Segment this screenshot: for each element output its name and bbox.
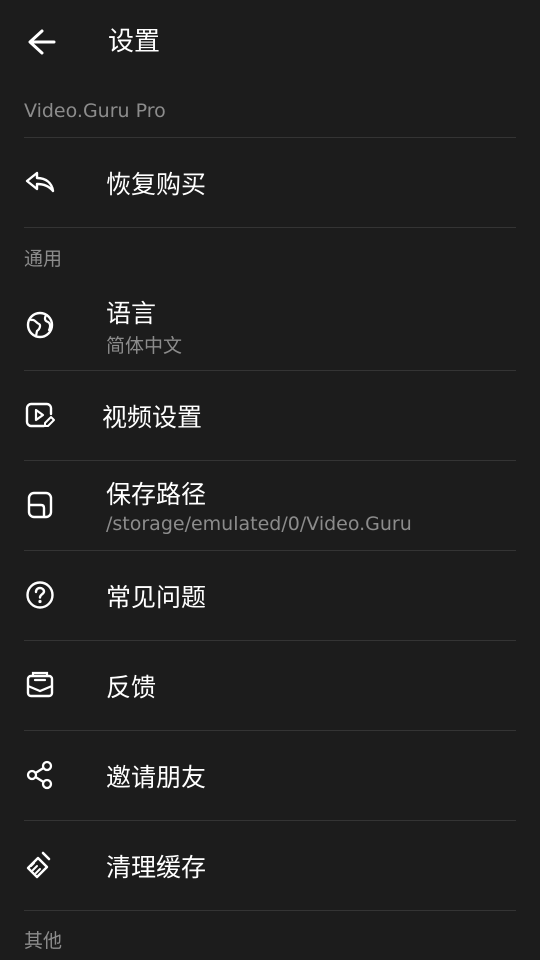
section-header-general: 通用 — [24, 248, 63, 270]
video-settings-icon — [24, 399, 56, 431]
save-path-label: 保存路径 — [106, 480, 207, 509]
back-button[interactable] — [24, 26, 60, 58]
video-settings-item[interactable]: 视频设置 — [0, 371, 540, 461]
language-item[interactable]: 语言 简体中文 — [0, 280, 540, 370]
faq-item[interactable]: 常见问题 — [0, 551, 540, 641]
save-path-value: /storage/emulated/0/Video.Guru — [106, 513, 412, 535]
invite-friends-item[interactable]: 邀请朋友 — [0, 731, 540, 821]
arrow-left-icon — [28, 29, 56, 55]
faq-label: 常见问题 — [106, 583, 207, 612]
language-label: 语言 — [106, 299, 157, 328]
invite-friends-label: 邀请朋友 — [106, 763, 207, 792]
mail-icon — [24, 669, 56, 701]
video-settings-label: 视频设置 — [102, 403, 203, 432]
section-header-pro: Video.Guru Pro — [24, 100, 166, 122]
restore-purchase-label: 恢复购买 — [106, 170, 207, 199]
restore-purchase-item[interactable]: 恢复购买 — [0, 138, 540, 228]
globe-icon — [24, 309, 56, 341]
feedback-label: 反馈 — [106, 673, 157, 702]
save-path-item[interactable]: 保存路径 /storage/emulated/0/Video.Guru — [0, 461, 540, 551]
feedback-item[interactable]: 反馈 — [0, 641, 540, 731]
reply-arrow-icon — [24, 166, 56, 198]
folder-icon — [24, 489, 56, 521]
section-header-other: 其他 — [24, 930, 63, 952]
divider — [24, 227, 516, 228]
share-icon — [24, 759, 56, 791]
top-app-bar: 设置 — [0, 0, 540, 84]
clear-cache-label: 清理缓存 — [106, 853, 207, 882]
question-circle-icon — [24, 579, 56, 611]
language-value: 简体中文 — [106, 335, 183, 357]
broom-icon — [24, 849, 56, 881]
page-title: 设置 — [108, 27, 161, 57]
clear-cache-item[interactable]: 清理缓存 — [0, 821, 540, 911]
divider — [24, 910, 516, 911]
